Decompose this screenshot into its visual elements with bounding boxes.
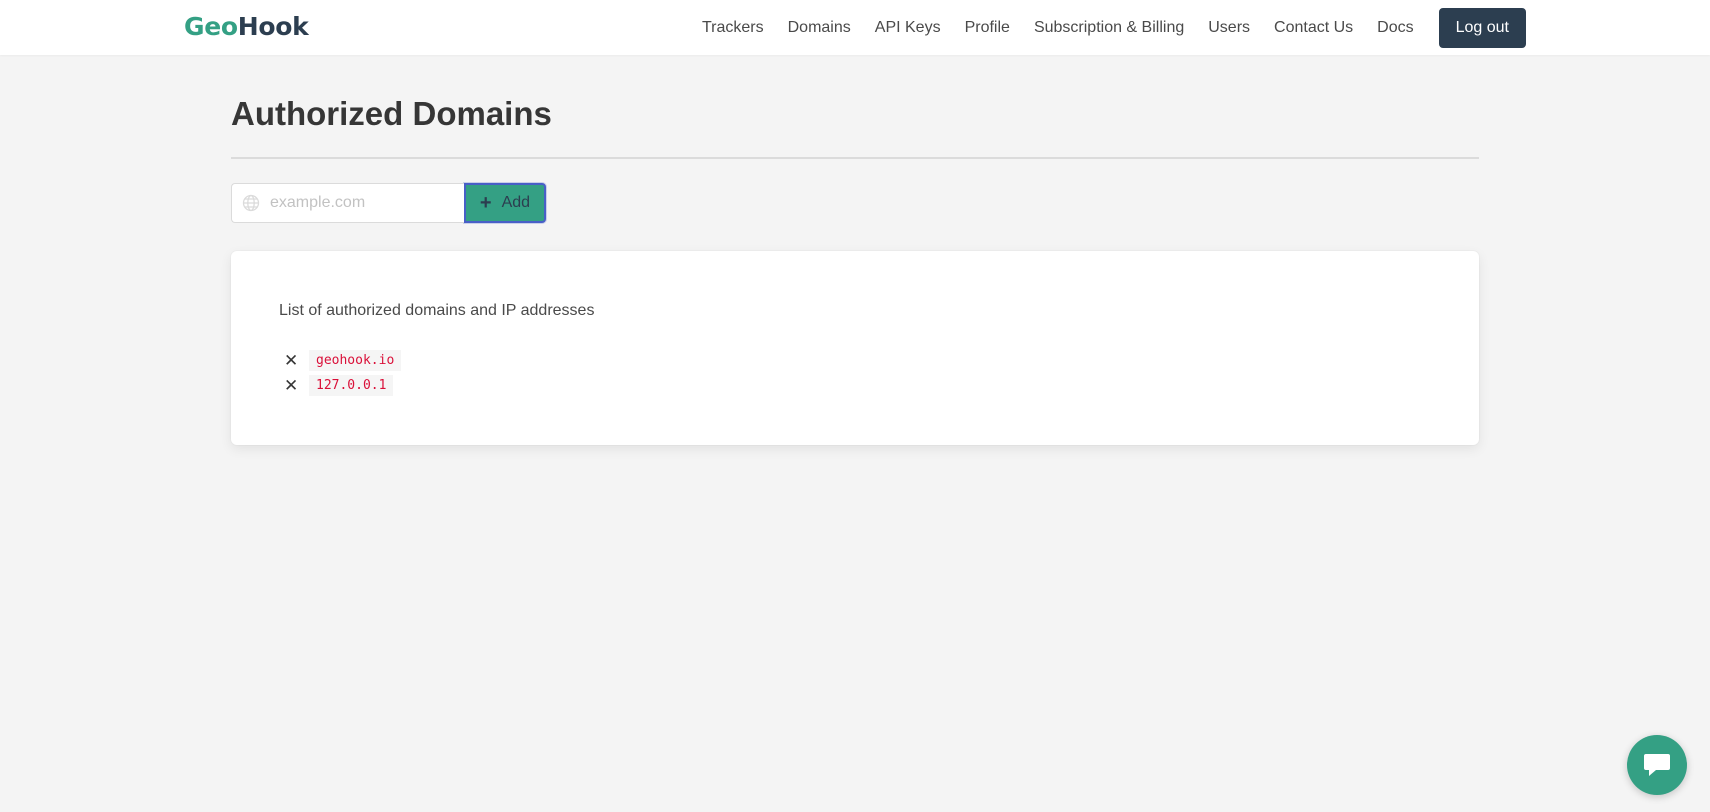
- nav-menu: Trackers Domains API Keys Profile Subscr…: [702, 8, 1526, 48]
- nav-item-docs[interactable]: Docs: [1377, 19, 1413, 37]
- logout-button[interactable]: Log out: [1438, 8, 1526, 48]
- logo-geo-text: Geo: [184, 12, 238, 41]
- list-item: ✕ geohook.io: [284, 348, 402, 373]
- domain-input-wrapper: [231, 183, 464, 223]
- chat-button[interactable]: [1627, 735, 1687, 795]
- logo[interactable]: GeoHook: [184, 12, 309, 41]
- globe-icon: [242, 194, 260, 212]
- nav-item-contact-us[interactable]: Contact Us: [1274, 19, 1353, 37]
- card-description: List of authorized domains and IP addres…: [279, 302, 595, 319]
- list-item: ✕ 127.0.0.1: [284, 373, 401, 398]
- domains-card: List of authorized domains and IP addres…: [231, 251, 1479, 445]
- nav-item-users[interactable]: Users: [1208, 19, 1250, 37]
- add-button[interactable]: + Add: [464, 183, 546, 223]
- domain-value: geohook.io: [309, 350, 402, 371]
- nav-item-profile[interactable]: Profile: [965, 19, 1010, 37]
- title-divider: [231, 157, 1479, 159]
- nav-item-subscription-billing[interactable]: Subscription & Billing: [1034, 19, 1184, 37]
- page-title: Authorized Domains: [231, 95, 552, 132]
- nav-item-domains[interactable]: Domains: [788, 19, 851, 37]
- add-domain-form: + Add: [231, 183, 546, 223]
- nav-item-trackers[interactable]: Trackers: [702, 19, 764, 37]
- close-icon[interactable]: ✕: [284, 352, 301, 369]
- domain-list: ✕ geohook.io ✕ 127.0.0.1: [284, 348, 402, 398]
- logo-hook-text: Hook: [237, 12, 309, 41]
- close-icon[interactable]: ✕: [284, 377, 301, 394]
- domain-value: 127.0.0.1: [309, 375, 394, 396]
- plus-icon: +: [479, 192, 492, 214]
- nav-item-api-keys[interactable]: API Keys: [875, 19, 941, 37]
- domain-input[interactable]: [270, 184, 455, 222]
- navbar: GeoHook Trackers Domains API Keys Profil…: [0, 0, 1710, 55]
- chat-icon: [1644, 754, 1670, 776]
- add-button-label: Add: [501, 194, 531, 211]
